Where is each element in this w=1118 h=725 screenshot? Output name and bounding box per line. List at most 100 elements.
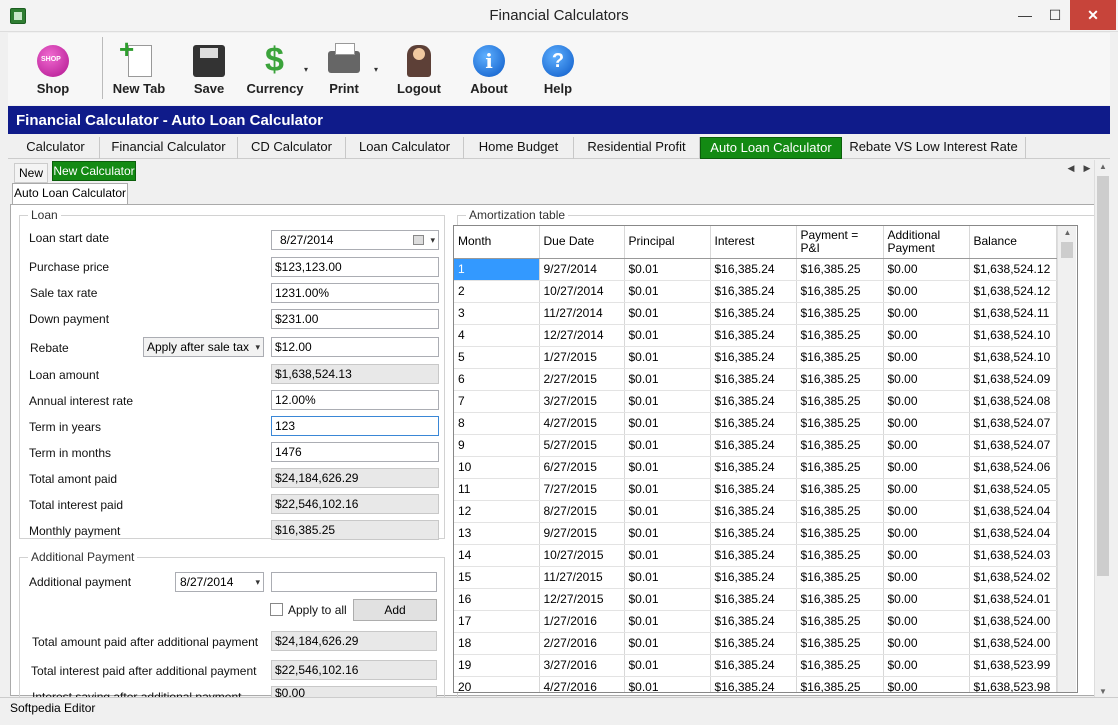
cell-month[interactable]: 6 — [454, 368, 540, 391]
cell-principal[interactable]: $0.01 — [624, 522, 711, 545]
chevron-down-icon[interactable]: ▾ — [255, 573, 260, 591]
cell-payment[interactable]: $16,385.25 — [796, 280, 884, 303]
interest-rate-input[interactable]: 12.00% — [271, 390, 439, 410]
table-row[interactable]: 6 2/27/2015 $0.01 $16,385.24 $16,385.25 $0.00… — [454, 368, 1057, 391]
cell-payment[interactable]: $16,385.25 — [796, 368, 884, 391]
currency-button[interactable]: Currency — [242, 41, 308, 99]
cell-due-date[interactable]: 12/27/2014 — [539, 324, 625, 347]
shop-button[interactable]: Shop — [20, 41, 86, 99]
print-dropdown-arrow[interactable]: ▾ — [374, 65, 378, 74]
cell-balance[interactable]: $1,638,524.04 — [969, 500, 1057, 523]
table-row[interactable]: 9 5/27/2015 $0.01 $16,385.24 $16,385.25 $0.00… — [454, 434, 1057, 457]
cell-month[interactable]: 12 — [454, 500, 540, 523]
table-row[interactable]: 16 12/27/2015 $0.01 $16,385.24 $16,385.25 $0.… — [454, 588, 1057, 611]
cell-additional[interactable]: $0.00 — [883, 302, 970, 325]
cell-interest[interactable]: $16,385.24 — [710, 500, 797, 523]
table-row[interactable]: 5 1/27/2015 $0.01 $16,385.24 $16,385.25 $0.00… — [454, 346, 1057, 369]
cell-payment[interactable]: $16,385.25 — [796, 522, 884, 545]
table-row[interactable]: 11 7/27/2015 $0.01 $16,385.24 $16,385.25 $0.0… — [454, 478, 1057, 501]
cell-month[interactable]: 3 — [454, 302, 540, 325]
new-tab-button[interactable]: New Tab — [106, 34, 172, 99]
scroll-down-icon[interactable]: ▼ — [1095, 687, 1111, 696]
cell-principal[interactable]: $0.01 — [624, 610, 711, 633]
cell-interest[interactable]: $16,385.24 — [710, 324, 797, 347]
cell-payment[interactable]: $16,385.25 — [796, 566, 884, 589]
column-header-due-date[interactable]: Due Date — [539, 226, 625, 259]
cell-principal[interactable]: $0.01 — [624, 632, 711, 655]
tab-auto-loan-sub[interactable]: Auto Loan Calculator — [12, 183, 128, 205]
cell-due-date[interactable]: 9/27/2015 — [539, 522, 625, 545]
column-header-additional[interactable]: Additional Payment — [883, 226, 970, 259]
table-row[interactable]: 12 8/27/2015 $0.01 $16,385.24 $16,385.25 $0.0… — [454, 500, 1057, 523]
cell-interest[interactable]: $16,385.24 — [710, 390, 797, 413]
cell-month[interactable]: 19 — [454, 654, 540, 677]
cell-principal[interactable]: $0.01 — [624, 324, 711, 347]
additional-date-picker[interactable]: 8/27/2014 ▾ — [175, 572, 264, 592]
cell-additional[interactable]: $0.00 — [883, 654, 970, 677]
cell-due-date[interactable]: 4/27/2015 — [539, 412, 625, 435]
cell-month[interactable]: 14 — [454, 544, 540, 567]
cell-balance[interactable]: $1,638,523.99 — [969, 654, 1057, 677]
table-row[interactable]: 15 11/27/2015 $0.01 $16,385.24 $16,385.25 $0.… — [454, 566, 1057, 589]
calendar-icon[interactable] — [413, 235, 424, 245]
cell-additional[interactable]: $0.00 — [883, 258, 970, 281]
table-row[interactable]: 10 6/27/2015 $0.01 $16,385.24 $16,385.25 $0.0… — [454, 456, 1057, 479]
cell-payment[interactable]: $16,385.25 — [796, 500, 884, 523]
cell-month[interactable]: 9 — [454, 434, 540, 457]
cell-due-date[interactable]: 2/27/2015 — [539, 368, 625, 391]
cell-month[interactable]: 1 — [454, 258, 540, 281]
tab-cd-calculator[interactable]: CD Calculator — [238, 137, 346, 159]
term-years-input[interactable]: 123 — [271, 416, 439, 436]
scroll-up-icon[interactable]: ▲ — [1058, 228, 1077, 237]
cell-month[interactable]: 2 — [454, 280, 540, 303]
amortization-table[interactable]: Month Due Date Principal Interest Paymen… — [453, 225, 1078, 693]
cell-principal[interactable]: $0.01 — [624, 390, 711, 413]
page-scroll-thumb[interactable] — [1097, 176, 1109, 576]
cell-additional[interactable]: $0.00 — [883, 456, 970, 479]
cell-month[interactable]: 8 — [454, 412, 540, 435]
cell-interest[interactable]: $16,385.24 — [710, 478, 797, 501]
cell-payment[interactable]: $16,385.25 — [796, 676, 884, 692]
cell-additional[interactable]: $0.00 — [883, 566, 970, 589]
table-scroll-thumb[interactable] — [1061, 242, 1073, 258]
table-row[interactable]: 2 10/27/2014 $0.01 $16,385.24 $16,385.25 $0.0… — [454, 280, 1057, 303]
cell-interest[interactable]: $16,385.24 — [710, 368, 797, 391]
apply-all-checkbox[interactable] — [270, 603, 283, 616]
tab-scroll-left-icon[interactable]: ◀ — [1064, 160, 1078, 176]
cell-payment[interactable]: $16,385.25 — [796, 258, 884, 281]
cell-due-date[interactable]: 3/27/2015 — [539, 390, 625, 413]
tab-home-budget[interactable]: Home Budget — [464, 137, 574, 159]
table-row[interactable]: 18 2/27/2016 $0.01 $16,385.24 $16,385.25 $0.0… — [454, 632, 1057, 655]
cell-interest[interactable]: $16,385.24 — [710, 610, 797, 633]
cell-balance[interactable]: $1,638,524.02 — [969, 566, 1057, 589]
column-header-principal[interactable]: Principal — [624, 226, 711, 259]
cell-additional[interactable]: $0.00 — [883, 280, 970, 303]
cell-additional[interactable]: $0.00 — [883, 632, 970, 655]
close-button[interactable]: ✕ — [1070, 0, 1116, 30]
table-row[interactable]: 20 4/27/2016 $0.01 $16,385.24 $16,385.25 $0.0… — [454, 676, 1057, 692]
table-row[interactable]: 8 4/27/2015 $0.01 $16,385.24 $16,385.25 $0.00… — [454, 412, 1057, 435]
cell-payment[interactable]: $16,385.25 — [796, 456, 884, 479]
cell-principal[interactable]: $0.01 — [624, 280, 711, 303]
cell-additional[interactable]: $0.00 — [883, 478, 970, 501]
cell-payment[interactable]: $16,385.25 — [796, 390, 884, 413]
cell-balance[interactable]: $1,638,524.01 — [969, 588, 1057, 611]
cell-month[interactable]: 7 — [454, 390, 540, 413]
table-row[interactable]: 4 12/27/2014 $0.01 $16,385.24 $16,385.25 $0.0… — [454, 324, 1057, 347]
cell-due-date[interactable]: 7/27/2015 — [539, 478, 625, 501]
cell-balance[interactable]: $1,638,523.98 — [969, 676, 1057, 692]
cell-payment[interactable]: $16,385.25 — [796, 544, 884, 567]
sale-tax-input[interactable]: 1231.00% — [271, 283, 439, 303]
cell-due-date[interactable]: 6/27/2015 — [539, 456, 625, 479]
table-row[interactable]: 3 11/27/2014 $0.01 $16,385.24 $16,385.25 $0.0… — [454, 302, 1057, 325]
table-row[interactable]: 19 3/27/2016 $0.01 $16,385.24 $16,385.25 $0.0… — [454, 654, 1057, 677]
cell-interest[interactable]: $16,385.24 — [710, 412, 797, 435]
cell-payment[interactable]: $16,385.25 — [796, 588, 884, 611]
tab-financial-calculator[interactable]: Financial Calculator — [100, 137, 238, 159]
cell-balance[interactable]: $1,638,524.10 — [969, 346, 1057, 369]
table-row[interactable]: 14 10/27/2015 $0.01 $16,385.24 $16,385.25 $0.… — [454, 544, 1057, 567]
cell-interest[interactable]: $16,385.24 — [710, 280, 797, 303]
cell-principal[interactable]: $0.01 — [624, 368, 711, 391]
cell-due-date[interactable]: 11/27/2014 — [539, 302, 625, 325]
cell-due-date[interactable]: 9/27/2014 — [539, 258, 625, 281]
